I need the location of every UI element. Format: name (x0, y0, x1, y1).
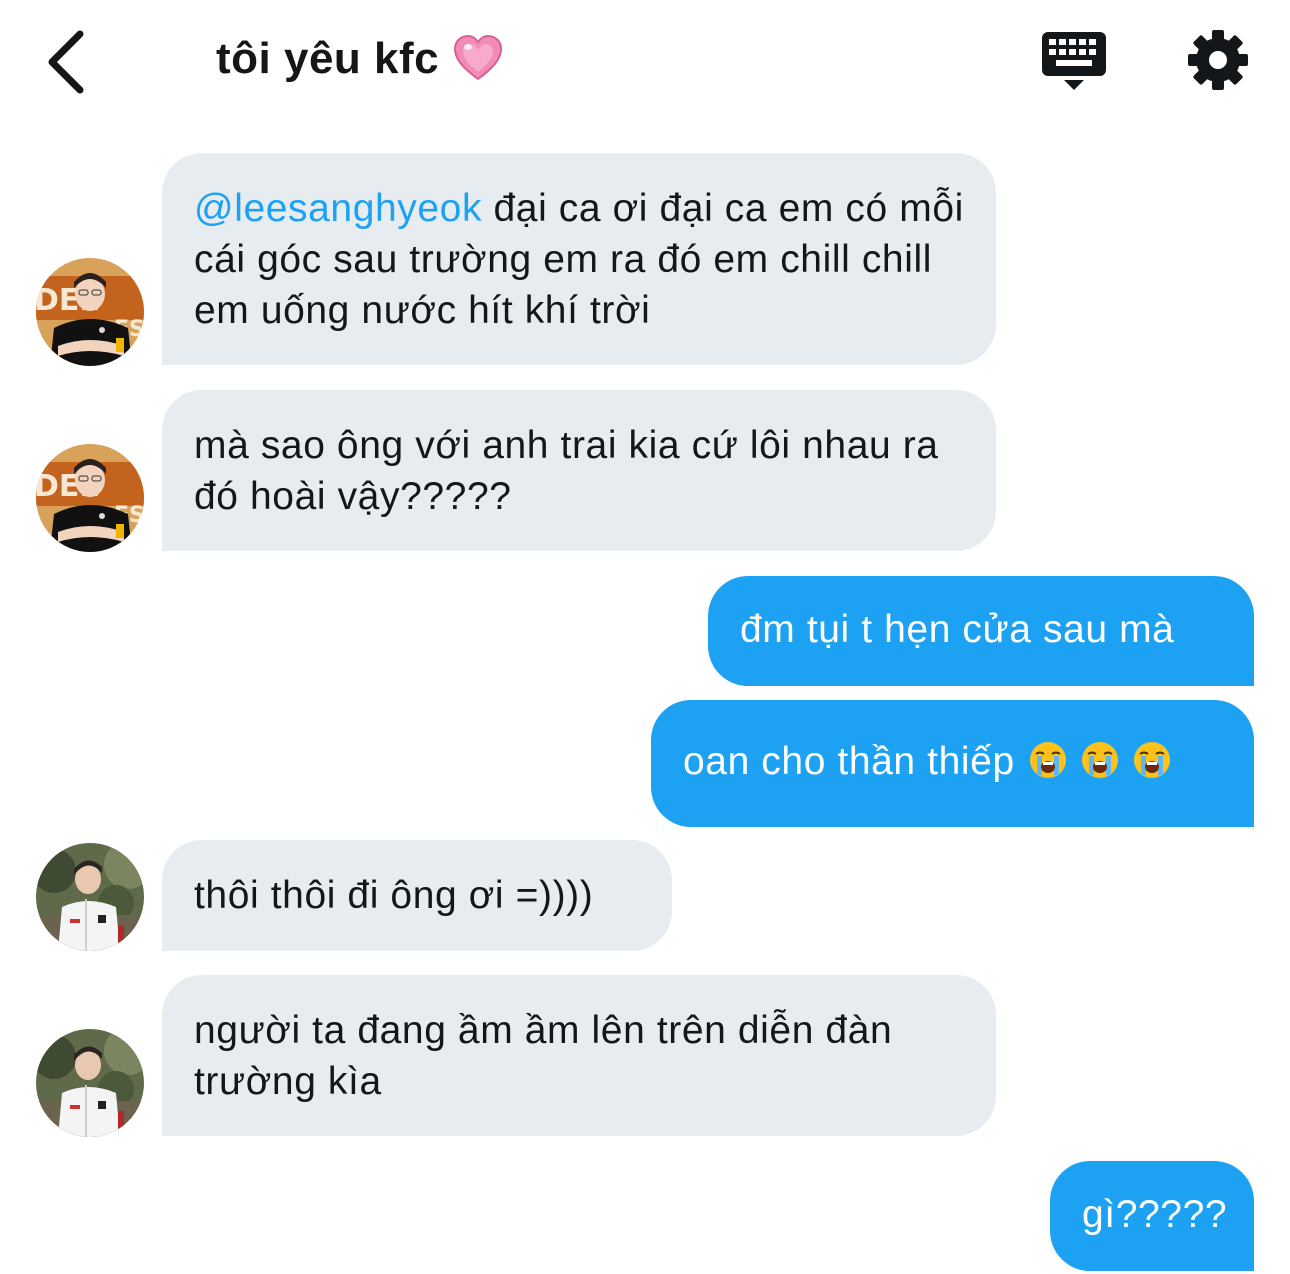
loudly-crying-face-icon (1028, 741, 1067, 779)
chat-header: tôi yêu kfc (0, 0, 1290, 130)
outgoing-message-bubble[interactable]: oan cho thần thiếp (651, 700, 1254, 827)
avatar[interactable] (36, 1029, 144, 1137)
incoming-message-bubble[interactable]: thôi thôi đi ông ơi =)))) (162, 840, 672, 951)
keyboard-icon (1042, 32, 1106, 90)
avatar-image (36, 258, 144, 366)
avatar-image (36, 444, 144, 552)
pink-heart-icon (454, 34, 503, 81)
user-mention-link[interactable]: @leesanghyeok (194, 187, 482, 230)
conversation-title-text: tôi yêu kfc (216, 34, 440, 83)
back-button[interactable] (30, 22, 110, 102)
message-text: mà sao ông với anh trai kia cứ lôi nhau … (194, 424, 939, 518)
chevron-left-icon (48, 30, 84, 94)
outgoing-message-bubble[interactable]: đm tụi t hẹn cửa sau mà (708, 576, 1254, 686)
message-text: thôi thôi đi ông ơi =)))) (194, 874, 594, 917)
message-text: oan cho thần thiếp (683, 740, 1015, 783)
incoming-message-bubble[interactable]: @leesanghyeok đại ca ơi đại ca em có mỗi… (162, 153, 996, 365)
incoming-message-bubble[interactable]: người ta đang ầm ầm lên trên diễn đàn tr… (162, 975, 996, 1136)
avatar[interactable] (36, 843, 144, 951)
avatar-image (36, 1029, 144, 1137)
message-text: gì????? (1082, 1193, 1228, 1236)
keyboard-button[interactable] (1040, 30, 1108, 94)
incoming-message-bubble[interactable]: mà sao ông với anh trai kia cứ lôi nhau … (162, 390, 996, 551)
loudly-crying-face-icon (1080, 741, 1119, 779)
avatar[interactable] (36, 258, 144, 366)
avatar[interactable] (36, 444, 144, 552)
settings-button[interactable] (1186, 28, 1250, 92)
message-text: đm tụi t hẹn cửa sau mà (740, 608, 1175, 651)
outgoing-message-bubble[interactable]: gì????? (1050, 1161, 1254, 1271)
avatar-image (36, 843, 144, 951)
message-text: người ta đang ầm ầm lên trên diễn đàn tr… (194, 1009, 893, 1103)
loudly-crying-face-icon (1132, 741, 1171, 779)
gear-icon (1188, 30, 1248, 90)
conversation-title[interactable]: tôi yêu kfc (216, 34, 503, 84)
